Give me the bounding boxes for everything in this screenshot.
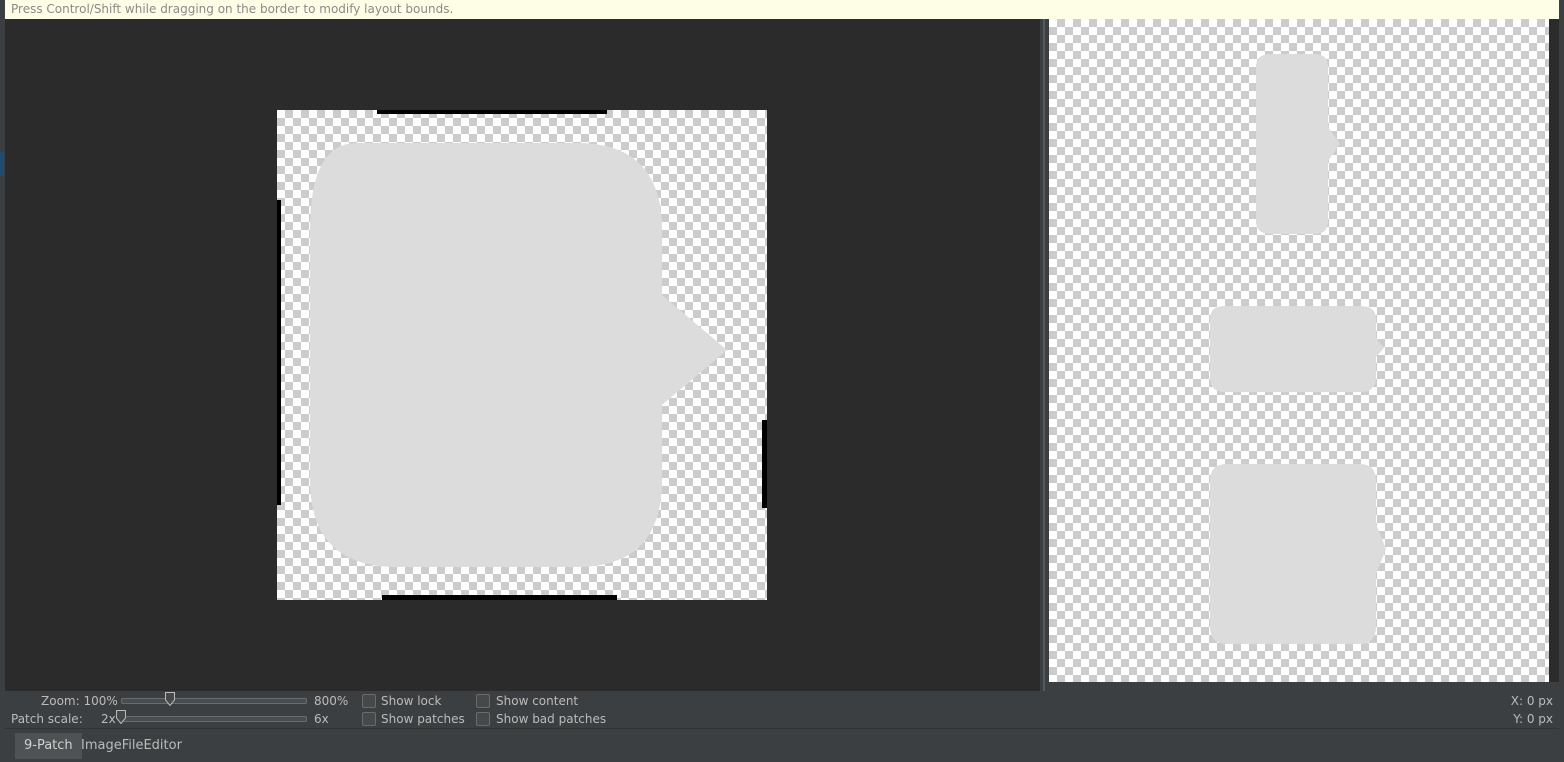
preview-wide [1210,306,1384,392]
coordinate-y: Y: 0 px [1513,712,1553,726]
patch-scale-min-label: 2x [101,712,116,726]
speech-bubble-image [310,143,727,567]
zoom-max-label: 800% [314,694,349,708]
show-content-checkbox[interactable] [476,694,490,708]
show-bad-patches-checkbox[interactable] [476,712,490,726]
show-lock-checkbox[interactable] [362,694,376,708]
stretch-marker-top[interactable] [377,110,607,114]
patch-scale-label: Patch scale: [11,712,83,726]
preview-pane [1049,19,1549,682]
zoom-slider-thumb[interactable] [165,692,175,706]
patch-scale-slider-thumb[interactable] [116,710,126,724]
coordinate-x: X: 0 px [1510,694,1553,708]
editor-tab-strip: 9-Patch ImageFileEditor [5,728,1559,762]
show-content-label[interactable]: Show content [496,693,578,709]
show-bad-patches-label[interactable]: Show bad patches [496,711,606,727]
show-lock-label[interactable]: Show lock [381,693,441,709]
preview-bottom-gap [1049,682,1559,691]
nine-patch-editor: Press Control/Shift while dragging on th… [0,0,1564,762]
preview-tall [1256,54,1340,234]
show-patches-checkbox[interactable] [362,712,376,726]
patch-scale-slider-track[interactable] [121,716,307,722]
pane-splitter[interactable] [1040,19,1049,691]
preview-large [1210,464,1386,644]
content-marker-bottom[interactable] [382,595,617,600]
zoom-slider-track[interactable] [121,698,307,704]
patch-scale-max-label: 6x [314,712,329,726]
nine-patch-image[interactable] [277,110,767,600]
zoom-label: Zoom: 100% [41,694,118,708]
right-window-edge [1559,0,1564,762]
content-marker-right[interactable] [762,420,767,508]
stretch-marker-left[interactable] [277,200,281,505]
tab-image-file-editor[interactable]: ImageFileEditor [72,733,191,759]
hint-bar: Press Control/Shift while dragging on th… [5,0,1559,19]
show-patches-label[interactable]: Show patches [381,711,465,727]
control-bar: Zoom: 100% 800% Patch scale: 2x 6x Show … [5,691,1559,728]
